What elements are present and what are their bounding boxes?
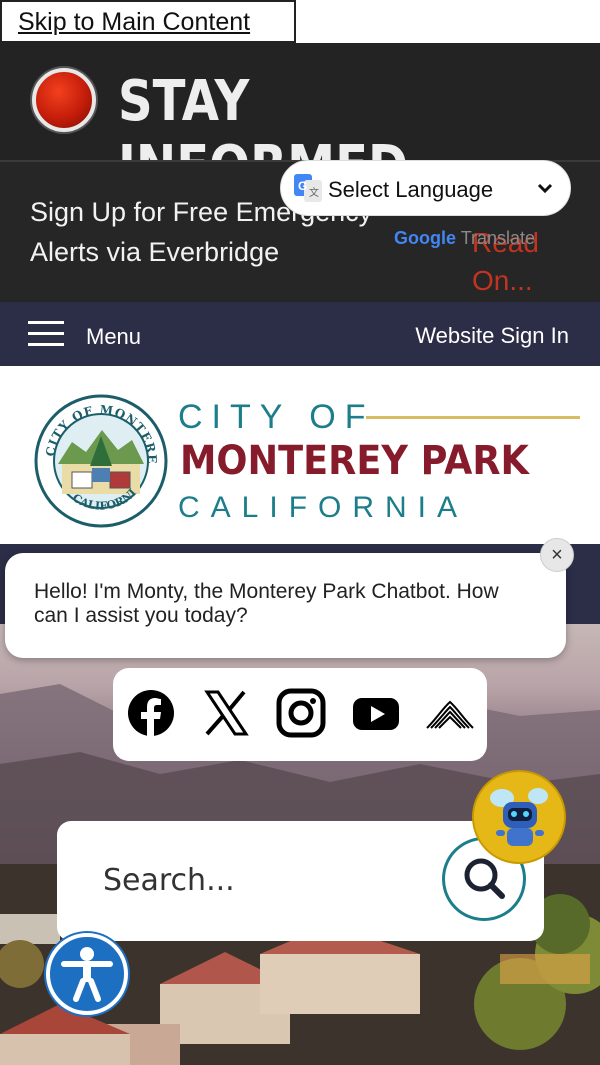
- logo-city-name: MONTEREY PARK: [180, 438, 529, 484]
- city-seal-icon: CITY OF MONTEREY PARK CALIFORNIA: [32, 394, 168, 528]
- instagram-icon[interactable]: [276, 688, 326, 738]
- nextdoor-icon[interactable]: [425, 688, 475, 738]
- chevron-down-icon: [537, 183, 553, 194]
- powered-by-google-translate[interactable]: Google Translate: [394, 228, 535, 249]
- x-icon[interactable]: [201, 688, 251, 738]
- logo-state: CALIFORNIA: [178, 491, 469, 524]
- menu-button[interactable]: Menu: [86, 324, 141, 350]
- facebook-icon[interactable]: [126, 688, 176, 738]
- google-wordmark: Google: [394, 228, 456, 248]
- search-input[interactable]: Search...: [103, 863, 235, 898]
- accessibility-button[interactable]: [46, 933, 128, 1015]
- social-media-bar: [113, 668, 487, 761]
- hamburger-icon[interactable]: [28, 321, 64, 347]
- language-select-label: Select Language: [328, 177, 494, 202]
- chat-close-button[interactable]: ×: [540, 538, 574, 572]
- youtube-icon[interactable]: [351, 688, 401, 738]
- logo-divider: [366, 416, 580, 419]
- language-select[interactable]: G 文 Select Language: [280, 160, 571, 216]
- svg-text:G: G: [298, 179, 307, 193]
- site-logo[interactable]: CITY OF MONTEREY PARK CALIFORNIA CITY OF…: [0, 366, 600, 544]
- website-sign-in-link[interactable]: Website Sign In: [415, 323, 569, 349]
- robot-icon: [490, 788, 548, 846]
- svg-text:文: 文: [309, 186, 319, 199]
- chatbot-greeting[interactable]: Hello! I'm Monty, the Monterey Park Chat…: [5, 553, 566, 658]
- top-nav-bar: Menu Website Sign In: [0, 302, 600, 366]
- translate-link: Translate: [460, 228, 536, 248]
- alert-dot-icon: [32, 68, 96, 132]
- logo-city-of: CITY OF: [178, 398, 375, 436]
- google-translate-icon: G 文: [294, 174, 322, 202]
- skip-to-main-link[interactable]: Skip to Main Content: [18, 8, 250, 37]
- chatbot-launcher[interactable]: [472, 770, 566, 864]
- skip-link-box: Skip to Main Content: [0, 0, 296, 43]
- search-box[interactable]: Search...: [57, 821, 544, 941]
- stay-informed-banner[interactable]: STAY INFORMED: [0, 43, 600, 199]
- accessibility-icon: [61, 947, 113, 1002]
- chatbot-message: Hello! I'm Monty, the Monterey Park Chat…: [34, 580, 499, 627]
